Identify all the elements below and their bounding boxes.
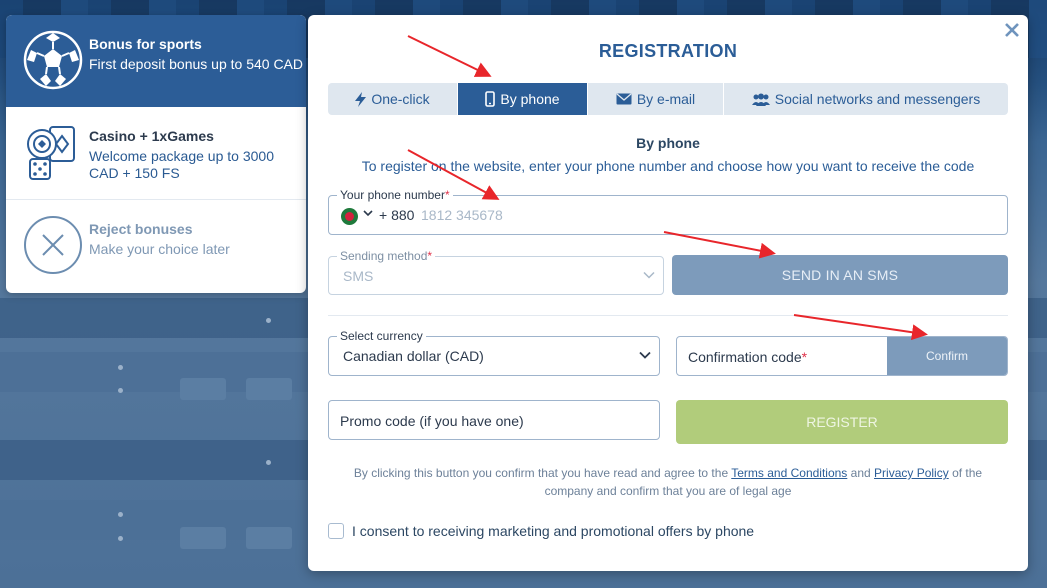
bonus-reject-desc: Make your choice later	[89, 241, 230, 257]
envelope-icon	[616, 93, 632, 105]
tab-one-click-label: One-click	[371, 91, 430, 107]
chevron-down-icon[interactable]	[363, 209, 373, 217]
sending-method-select[interactable]: Sending method* SMS	[328, 249, 664, 295]
reject-x-icon	[24, 216, 82, 274]
tab-by-phone[interactable]: By phone	[458, 83, 588, 115]
confirmation-code-field[interactable]: Confirmation code* Confirm	[676, 336, 1008, 376]
consent-label: I consent to receiving marketing and pro…	[352, 523, 755, 539]
currency-value: Canadian dollar (CAD)	[343, 348, 484, 364]
sending-method-value: SMS	[343, 268, 374, 284]
background-dot	[118, 536, 123, 541]
currency-label: Select currency	[337, 329, 426, 343]
phone-number-label: Your phone number*	[337, 188, 453, 202]
confirmation-code-label: Confirmation code*	[688, 349, 808, 365]
bonus-panel: Bonus for sports First deposit bonus up …	[6, 15, 306, 293]
close-icon[interactable]	[1002, 20, 1022, 40]
casino-chips-cards-icon	[27, 126, 75, 180]
registration-tabs: One-click By phone By e-mail Social netw…	[328, 83, 1008, 115]
lightning-icon	[355, 91, 367, 107]
background-odds-cell	[246, 378, 292, 400]
country-flag-icon[interactable]	[341, 208, 358, 225]
sending-method-label: Sending method*	[337, 249, 436, 263]
background-odds-cell	[246, 527, 292, 549]
promo-code-input[interactable]	[340, 410, 640, 432]
divider	[328, 315, 1008, 316]
chevron-down-icon	[639, 351, 651, 359]
background-dot	[118, 365, 123, 370]
bonus-option-reject[interactable]: Reject bonuses Make your choice later	[6, 200, 306, 293]
background-dot	[118, 512, 123, 517]
phone-number-field[interactable]: Your phone number* + 880	[328, 188, 1008, 235]
bonus-option-sports[interactable]: Bonus for sports First deposit bonus up …	[6, 15, 306, 107]
bonus-casino-title: Casino + 1xGames	[89, 128, 214, 144]
people-icon	[751, 93, 770, 106]
terms-and-conditions-link[interactable]: Terms and Conditions	[731, 466, 847, 480]
currency-select[interactable]: Select currency Canadian dollar (CAD)	[328, 329, 660, 376]
bonus-sports-desc: First deposit bonus up to 540 CAD	[89, 56, 304, 72]
phone-icon	[485, 91, 496, 107]
background-dot	[266, 318, 271, 323]
tab-by-phone-label: By phone	[500, 91, 560, 107]
send-sms-button[interactable]: SEND IN AN SMS	[672, 255, 1008, 295]
section-description: To register on the website, enter your p…	[361, 158, 975, 174]
tab-by-email[interactable]: By e-mail	[588, 83, 724, 115]
section-title: By phone	[636, 135, 700, 151]
bonus-option-casino[interactable]: Casino + 1xGames Welcome package up to 3…	[6, 107, 306, 200]
modal-title: REGISTRATION	[598, 41, 738, 61]
bonus-reject-title: Reject bonuses	[89, 221, 193, 237]
register-button[interactable]: REGISTER	[676, 400, 1008, 444]
privacy-policy-link[interactable]: Privacy Policy	[874, 466, 949, 480]
background-odds-cell	[180, 378, 226, 400]
bonus-casino-desc: Welcome package up to 3000 CAD + 150 FS	[89, 148, 274, 181]
background-dot	[118, 388, 123, 393]
background-odds-cell	[180, 527, 226, 549]
tab-social-networks[interactable]: Social networks and messengers	[724, 83, 1008, 115]
tab-one-click[interactable]: One-click	[328, 83, 458, 115]
registration-modal: REGISTRATION One-click By phone By e-mai…	[308, 15, 1028, 571]
terms-and: and	[850, 466, 871, 480]
tab-social-networks-label: Social networks and messengers	[774, 91, 981, 107]
background-dot	[266, 460, 271, 465]
bonus-sports-title: Bonus for sports	[89, 36, 202, 52]
chevron-down-icon	[643, 271, 655, 279]
terms-prefix: By clicking this button you confirm that…	[353, 466, 729, 480]
promo-code-field[interactable]	[328, 400, 660, 440]
phone-country-code: + 880	[379, 207, 415, 223]
consent-checkbox[interactable]	[328, 523, 344, 539]
confirm-button[interactable]: Confirm	[887, 337, 1007, 375]
tab-by-email-label: By e-mail	[636, 91, 696, 107]
marketing-consent[interactable]: I consent to receiving marketing and pro…	[328, 523, 754, 539]
phone-number-input[interactable]	[421, 204, 981, 226]
terms-text: By clicking this button you confirm that…	[328, 464, 1008, 500]
soccer-ball-icon	[23, 30, 83, 90]
